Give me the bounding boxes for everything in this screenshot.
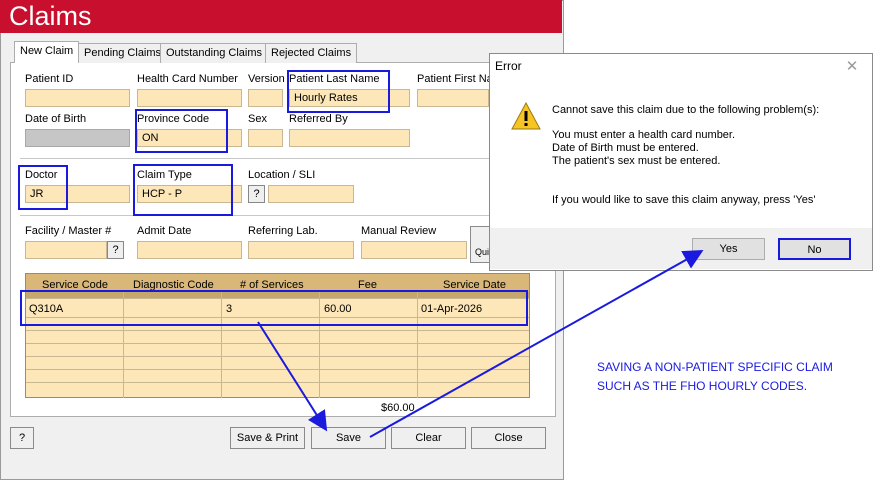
save-print-button[interactable]: Save & Print <box>230 427 305 449</box>
tab-outstanding-claims[interactable]: Outstanding Claims <box>160 43 268 63</box>
referred-by-label: Referred By <box>289 113 348 125</box>
grid-line <box>26 343 529 344</box>
version-label: Version <box>248 73 285 85</box>
annotation-note: SAVING A NON-PATIENT SPECIFIC CLAIM SUCH… <box>597 360 833 393</box>
yes-button[interactable]: Yes <box>692 238 765 260</box>
tab-new-claim[interactable]: New Claim <box>14 41 80 63</box>
error-problem-1: You must enter a health card number. <box>552 129 736 141</box>
admit-date-field[interactable] <box>137 241 242 259</box>
grid-line <box>26 330 529 331</box>
location-field[interactable] <box>268 185 354 203</box>
referring-lab-field[interactable] <box>248 241 354 259</box>
error-confirm-text: If you would like to save this claim any… <box>552 194 816 206</box>
facility-field[interactable] <box>25 241 107 259</box>
separator <box>20 215 490 216</box>
sex-field[interactable] <box>248 129 283 147</box>
grid-line <box>26 369 529 370</box>
error-problem-2: Date of Birth must be entered. <box>552 142 699 154</box>
grid-line <box>26 382 529 383</box>
grid-line <box>26 356 529 357</box>
highlight-claim-type <box>133 164 233 216</box>
close-button[interactable]: Close <box>471 427 546 449</box>
health-card-label: Health Card Number <box>137 73 238 85</box>
separator <box>20 158 490 159</box>
tab-pending-claims[interactable]: Pending Claims <box>78 43 168 63</box>
first-name-field[interactable] <box>417 89 489 107</box>
highlight-province-code <box>135 109 228 153</box>
admit-date-label: Admit Date <box>137 225 192 237</box>
help-button[interactable]: ? <box>10 427 34 449</box>
manual-review-label: Manual Review <box>361 225 437 237</box>
clear-button[interactable]: Clear <box>391 427 466 449</box>
no-button[interactable]: No <box>778 238 851 260</box>
dob-label: Date of Birth <box>25 113 87 125</box>
referred-by-field[interactable] <box>289 129 410 147</box>
save-button[interactable]: Save <box>311 427 386 449</box>
patient-id-field[interactable] <box>25 89 130 107</box>
facility-lookup-button[interactable]: ? <box>107 241 124 259</box>
highlight-doctor <box>18 165 68 210</box>
referring-lab-label: Referring Lab. <box>248 225 318 237</box>
version-field[interactable] <box>248 89 283 107</box>
location-label: Location / SLI <box>248 169 316 181</box>
highlight-last-name <box>287 70 390 113</box>
location-lookup-button[interactable]: ? <box>248 185 265 203</box>
first-name-label: Patient First Na <box>417 73 493 85</box>
facility-label: Facility / Master # <box>25 225 112 237</box>
warning-icon <box>511 102 541 130</box>
sex-label: Sex <box>248 113 267 125</box>
error-message-heading: Cannot save this claim due to the follow… <box>552 104 820 116</box>
fee-total: $60.00 <box>381 402 415 414</box>
highlight-service-row <box>20 290 528 326</box>
dob-field <box>25 129 130 147</box>
manual-review-field[interactable] <box>361 241 467 259</box>
error-dialog-title: Error <box>495 59 522 73</box>
health-card-field[interactable] <box>137 89 242 107</box>
patient-id-label: Patient ID <box>25 73 74 85</box>
error-problem-3: The patient's sex must be entered. <box>552 155 721 167</box>
tab-rejected-claims[interactable]: Rejected Claims <box>265 43 358 63</box>
close-icon[interactable]: ✕ <box>843 57 861 75</box>
window-title: Claims <box>9 1 92 31</box>
